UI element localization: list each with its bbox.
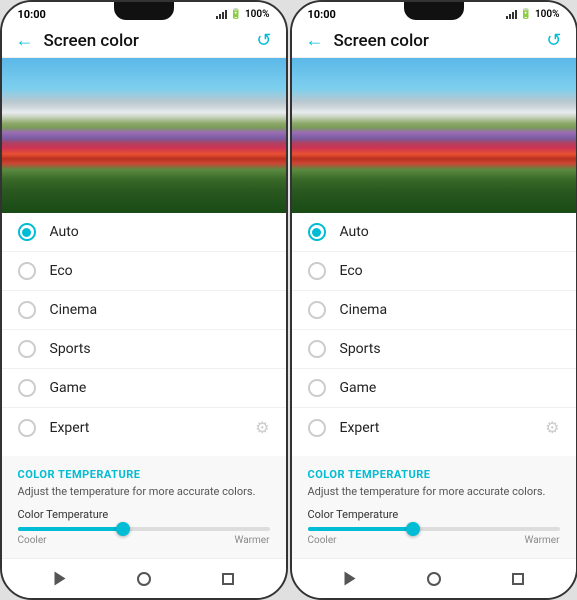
status-time: 10:00 xyxy=(18,8,46,21)
color-temp-section: COLOR TEMPERATURE Adjust the temperature… xyxy=(292,456,576,558)
option-label-eco: Eco xyxy=(50,263,270,279)
warmer-label: Warmer xyxy=(235,535,270,546)
radio-eco[interactable] xyxy=(308,262,326,280)
radio-auto[interactable] xyxy=(18,223,36,241)
options-list: Auto Eco Cinema Sports Game Expert⚙ xyxy=(292,213,576,456)
status-icons: 🔋 100% xyxy=(216,9,270,20)
color-temp-heading: COLOR TEMPERATURE xyxy=(308,468,560,481)
color-temp-section: COLOR TEMPERATURE Adjust the temperature… xyxy=(2,456,286,558)
home-nav-button[interactable] xyxy=(427,572,441,586)
option-label-sports: Sports xyxy=(340,341,560,357)
option-label-cinema: Cinema xyxy=(50,302,270,318)
slider-thumb[interactable] xyxy=(406,522,420,536)
slider-fill xyxy=(308,527,414,531)
battery-percent: 100% xyxy=(535,9,560,20)
option-label-auto: Auto xyxy=(340,224,560,240)
hero-image xyxy=(2,58,286,213)
gear-icon[interactable]: ⚙ xyxy=(255,418,269,437)
radio-expert[interactable] xyxy=(18,419,36,437)
recents-nav-button[interactable] xyxy=(222,573,234,585)
option-row-sports[interactable]: Sports xyxy=(292,330,576,369)
option-row-cinema[interactable]: Cinema xyxy=(2,291,286,330)
mountain-scene xyxy=(292,58,576,213)
option-row-eco[interactable]: Eco xyxy=(2,252,286,291)
color-temp-description: Adjust the temperature for more accurate… xyxy=(308,485,560,498)
slider-labels: Cooler Warmer xyxy=(18,535,270,546)
radio-sports[interactable] xyxy=(308,340,326,358)
radio-cinema[interactable] xyxy=(18,301,36,319)
signal-icon xyxy=(216,9,227,19)
radio-cinema[interactable] xyxy=(308,301,326,319)
slider-track[interactable] xyxy=(308,527,560,531)
option-label-auto: Auto xyxy=(50,224,270,240)
gear-icon[interactable]: ⚙ xyxy=(545,418,559,437)
radio-game[interactable] xyxy=(308,379,326,397)
warmer-label: Warmer xyxy=(525,535,560,546)
phone-left: 10:00 🔋 100% ← Screen color ↺ Auto Eco Cin… xyxy=(0,0,288,600)
back-nav-button[interactable] xyxy=(54,572,65,586)
slider-fill xyxy=(18,527,124,531)
phone-right: 10:00 🔋 100% ← Screen color ↺ Auto Eco Cin… xyxy=(290,0,577,600)
option-label-expert: Expert xyxy=(340,420,546,436)
status-icons: 🔋 100% xyxy=(506,9,560,20)
page-title: Screen color xyxy=(334,31,547,51)
option-label-expert: Expert xyxy=(50,420,256,436)
page-title: Screen color xyxy=(44,31,257,51)
mountain-scene xyxy=(2,58,286,213)
back-nav-button[interactable] xyxy=(344,572,355,586)
notch xyxy=(114,2,174,20)
option-row-game[interactable]: Game xyxy=(292,369,576,408)
status-time: 10:00 xyxy=(308,8,336,21)
top-bar: ← Screen color ↺ xyxy=(2,24,286,58)
option-row-expert[interactable]: Expert⚙ xyxy=(2,408,286,447)
radio-sports[interactable] xyxy=(18,340,36,358)
nav-bar xyxy=(2,558,286,598)
option-row-auto[interactable]: Auto xyxy=(292,213,576,252)
signal-icon xyxy=(506,9,517,19)
refresh-button[interactable]: ↺ xyxy=(256,30,271,51)
slider-labels: Cooler Warmer xyxy=(308,535,560,546)
top-bar: ← Screen color ↺ xyxy=(292,24,576,58)
home-nav-button[interactable] xyxy=(137,572,151,586)
color-temp-heading: COLOR TEMPERATURE xyxy=(18,468,270,481)
color-temp-description: Adjust the temperature for more accurate… xyxy=(18,485,270,498)
nav-bar xyxy=(292,558,576,598)
slider-label: Color Temperature xyxy=(308,508,560,521)
radio-game[interactable] xyxy=(18,379,36,397)
option-label-sports: Sports xyxy=(50,341,270,357)
cooler-label: Cooler xyxy=(308,535,337,546)
option-label-game: Game xyxy=(50,380,270,396)
battery-percent: 100% xyxy=(245,9,270,20)
refresh-button[interactable]: ↺ xyxy=(546,30,561,51)
back-button[interactable]: ← xyxy=(16,30,34,51)
back-button[interactable]: ← xyxy=(306,30,324,51)
cooler-label: Cooler xyxy=(18,535,47,546)
options-list: Auto Eco Cinema Sports Game Expert⚙ xyxy=(2,213,286,456)
battery-icon: 🔋 xyxy=(230,9,242,20)
recents-nav-button[interactable] xyxy=(512,573,524,585)
option-row-expert[interactable]: Expert⚙ xyxy=(292,408,576,447)
option-row-sports[interactable]: Sports xyxy=(2,330,286,369)
option-row-auto[interactable]: Auto xyxy=(2,213,286,252)
slider-label: Color Temperature xyxy=(18,508,270,521)
option-row-game[interactable]: Game xyxy=(2,369,286,408)
slider-thumb[interactable] xyxy=(116,522,130,536)
radio-inner-auto xyxy=(312,228,321,237)
option-row-eco[interactable]: Eco xyxy=(292,252,576,291)
option-label-cinema: Cinema xyxy=(340,302,560,318)
option-label-eco: Eco xyxy=(340,263,560,279)
radio-expert[interactable] xyxy=(308,419,326,437)
radio-auto[interactable] xyxy=(308,223,326,241)
option-label-game: Game xyxy=(340,380,560,396)
battery-icon: 🔋 xyxy=(520,9,532,20)
hero-image xyxy=(292,58,576,213)
slider-track[interactable] xyxy=(18,527,270,531)
notch xyxy=(404,2,464,20)
radio-inner-auto xyxy=(22,228,31,237)
option-row-cinema[interactable]: Cinema xyxy=(292,291,576,330)
radio-eco[interactable] xyxy=(18,262,36,280)
